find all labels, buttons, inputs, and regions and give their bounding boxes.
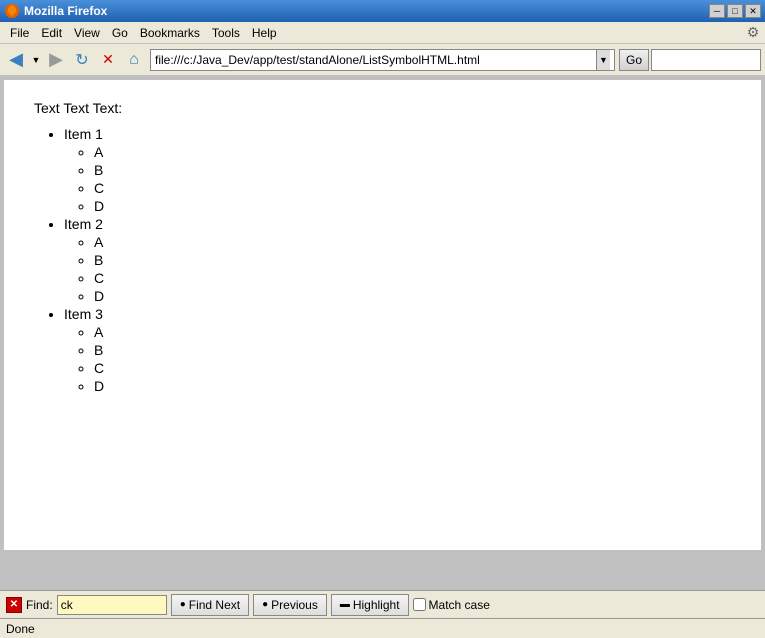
match-case-checkbox[interactable] [413,598,426,611]
back-button[interactable]: ◀ [4,48,28,72]
menu-tools[interactable]: Tools [206,24,246,42]
sublist-3-c: C [94,360,731,376]
find-prev-icon: ● [262,599,268,610]
list-item-2: Item 2 A B C D [64,216,731,304]
sublist-2-b: B [94,252,731,268]
menubar: File Edit View Go Bookmarks Tools Help ⚙ [0,22,765,44]
main-window: Mozilla Firefox ─ □ ✕ File Edit View Go … [0,0,765,638]
find-next-button[interactable]: ● Find Next [171,594,249,616]
address-dropdown-arrow[interactable]: ▼ [596,50,610,70]
main-list: Item 1 A B C D Item 2 A B C D [34,126,731,394]
firefox-icon [4,3,20,19]
sublist-1-a: A [94,144,731,160]
find-bar: ✕ Find: ● Find Next ● Previous ▬ Highlig… [0,590,765,618]
sublist-3-b: B [94,342,731,358]
highlight-label: Highlight [353,598,400,612]
close-button[interactable]: ✕ [745,4,761,18]
sublist-2-d: D [94,288,731,304]
item-2-label: Item 2 [64,216,103,232]
address-input[interactable] [155,53,596,67]
list-item-3: Item 3 A B C D [64,306,731,394]
sublist-3-d: D [94,378,731,394]
reload-button[interactable]: ↻ [70,48,94,72]
titlebar-left: Mozilla Firefox [4,3,107,19]
sublist-1-b: B [94,162,731,178]
highlight-icon: ▬ [340,599,350,610]
menu-bookmarks[interactable]: Bookmarks [134,24,206,42]
go-button[interactable]: Go [619,49,649,71]
find-label: Find: [26,598,53,612]
sublist-1-c: C [94,180,731,196]
menu-help[interactable]: Help [246,24,283,42]
nav-search-input[interactable] [656,53,756,67]
find-next-label: Find Next [189,598,240,612]
content-wrapper: Text Text Text: Item 1 A B C D Item 2 A … [0,76,765,590]
sublist-3: A B C D [64,324,731,394]
find-next-icon: ● [180,599,186,610]
address-bar[interactable]: ▼ [150,49,615,71]
sublist-1: A B C D [64,144,731,214]
restore-button[interactable]: □ [727,4,743,18]
minimize-button[interactable]: ─ [709,4,725,18]
match-case-label[interactable]: Match case [413,598,490,612]
sublist-2: A B C D [64,234,731,304]
item-3-label: Item 3 [64,306,103,322]
toolbar: ◀ ▼ ▶ ↻ ✕ ⌂ ▼ Go [0,44,765,76]
find-close-button[interactable]: ✕ [6,597,22,613]
status-text: Done [6,622,35,636]
titlebar-buttons: ─ □ ✕ [709,4,761,18]
titlebar-title: Mozilla Firefox [24,4,107,18]
forward-button[interactable]: ▶ [44,48,68,72]
menu-go[interactable]: Go [106,24,134,42]
intro-text: Text Text Text: [34,100,731,116]
nav-search-box[interactable] [651,49,761,71]
find-previous-label: Previous [271,598,318,612]
titlebar: Mozilla Firefox ─ □ ✕ [0,0,765,22]
find-previous-button[interactable]: ● Previous [253,594,327,616]
home-button[interactable]: ⌂ [122,48,146,72]
sublist-1-d: D [94,198,731,214]
find-input[interactable] [57,595,167,615]
sublist-2-c: C [94,270,731,286]
gear-icon: ⚙ [745,25,761,41]
menu-file[interactable]: File [4,24,35,42]
statusbar: Done [0,618,765,638]
menu-edit[interactable]: Edit [35,24,68,42]
menu-view[interactable]: View [68,24,106,42]
list-item-1: Item 1 A B C D [64,126,731,214]
sublist-3-a: A [94,324,731,340]
match-case-text: Match case [429,598,490,612]
content-page: Text Text Text: Item 1 A B C D Item 2 A … [4,80,761,550]
sublist-2-a: A [94,234,731,250]
dropdown-arrow[interactable]: ▼ [30,48,42,72]
stop-button[interactable]: ✕ [96,48,120,72]
item-1-label: Item 1 [64,126,103,142]
highlight-button[interactable]: ▬ Highlight [331,594,409,616]
